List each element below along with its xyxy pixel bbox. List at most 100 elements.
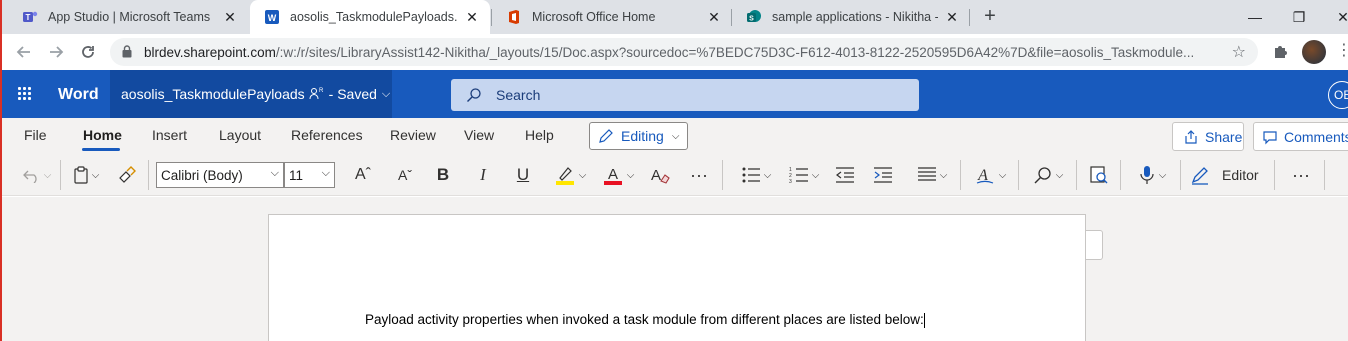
search-placeholder: Search bbox=[496, 87, 541, 103]
ribbon-divider bbox=[1180, 160, 1181, 190]
italic-button[interactable]: I bbox=[470, 162, 496, 188]
chevron-down-icon: ⌵ bbox=[626, 169, 635, 181]
page-side-tab[interactable] bbox=[1086, 230, 1103, 260]
font-color-button[interactable]: A ⌵ bbox=[598, 162, 638, 188]
browser-tab-word-doc[interactable]: W aosolis_TaskmodulePayloads.doc ✕ bbox=[250, 0, 490, 34]
address-bar[interactable]: blrdev.sharepoint.com/:w:/r/sites/Librar… bbox=[110, 38, 1258, 66]
restore-button[interactable]: ❐ bbox=[1276, 0, 1322, 34]
chevron-down-icon: ⌵ bbox=[939, 169, 948, 181]
svg-text:S: S bbox=[749, 16, 754, 23]
office-icon bbox=[509, 10, 519, 24]
editor-button[interactable]: Editor bbox=[1190, 162, 1266, 188]
clear-formatting-icon: A bbox=[651, 167, 670, 184]
app-launcher-icon[interactable] bbox=[18, 87, 32, 101]
clear-formatting-button[interactable]: A bbox=[646, 162, 672, 188]
bookmark-star-icon[interactable]: ☆ bbox=[1232, 42, 1246, 62]
underline-button[interactable]: U bbox=[510, 162, 536, 188]
share-button[interactable]: Share bbox=[1172, 122, 1244, 151]
tab-help[interactable]: Help bbox=[525, 127, 554, 143]
editing-mode-button[interactable]: Editing ⌵ bbox=[589, 122, 688, 150]
app-name[interactable]: Word bbox=[58, 86, 99, 104]
extensions-puzzle-icon[interactable] bbox=[1272, 42, 1290, 60]
active-tab-indicator bbox=[82, 148, 120, 151]
chevron-down-icon: ⌵ bbox=[321, 167, 330, 179]
ribbon-divider bbox=[722, 160, 723, 190]
chevron-down-icon: ⌵ bbox=[578, 169, 587, 181]
forward-arrow-icon bbox=[50, 46, 64, 58]
back-button[interactable] bbox=[12, 40, 36, 64]
document-name: aosolis_TaskmodulePayloads bbox=[121, 86, 305, 102]
close-tab-icon[interactable]: ✕ bbox=[706, 9, 722, 26]
browser-tab-office-home[interactable]: Microsoft Office Home ✕ bbox=[492, 0, 732, 34]
tab-home[interactable]: Home bbox=[83, 127, 122, 143]
bold-button[interactable]: B bbox=[430, 162, 456, 188]
reload-button[interactable] bbox=[76, 40, 100, 64]
more-horizontal-icon: ··· bbox=[1292, 164, 1310, 185]
close-tab-icon[interactable]: ✕ bbox=[464, 9, 480, 26]
ribbon-divider bbox=[960, 160, 961, 190]
document-page[interactable]: Payload activity properties when invoked… bbox=[268, 214, 1086, 341]
search-input[interactable]: Search bbox=[451, 79, 919, 111]
format-painter-icon bbox=[119, 166, 136, 183]
format-painter-button[interactable] bbox=[114, 162, 140, 188]
highlight-button[interactable]: ⌵ bbox=[550, 162, 590, 188]
dictate-button[interactable]: ⌵ bbox=[1132, 162, 1172, 188]
tab-divider bbox=[731, 9, 732, 26]
font-name-select[interactable]: Calibri (Body) ⌵ bbox=[156, 162, 284, 188]
underline-icon: U bbox=[516, 165, 530, 184]
document-paragraph[interactable]: Payload activity properties when invoked… bbox=[365, 312, 925, 328]
font-color-icon: A bbox=[603, 166, 622, 185]
chrome-menu-icon[interactable]: ⋮ bbox=[1336, 40, 1348, 60]
close-tab-icon[interactable]: ✕ bbox=[222, 9, 238, 26]
paste-button[interactable]: ⌵ bbox=[68, 162, 104, 188]
shrink-font-button[interactable]: Aˇ bbox=[392, 162, 418, 188]
tab-layout[interactable]: Layout bbox=[219, 127, 261, 143]
tab-review[interactable]: Review bbox=[390, 127, 436, 143]
more-font-options-button[interactable]: ··· bbox=[686, 162, 712, 188]
share-icon bbox=[1185, 129, 1197, 144]
forward-button[interactable] bbox=[44, 40, 68, 64]
browser-toolbar: blrdev.sharepoint.com/:w:/r/sites/Librar… bbox=[2, 34, 1348, 70]
tab-file[interactable]: File bbox=[24, 127, 47, 143]
text-cursor bbox=[923, 312, 925, 328]
comments-button[interactable]: Comments bbox=[1253, 122, 1348, 151]
ribbon-divider bbox=[1018, 160, 1019, 190]
tab-insert[interactable]: Insert bbox=[152, 127, 187, 143]
paragraph-text: Payload activity properties when invoked… bbox=[365, 312, 924, 327]
browser-tab-strip: T App Studio | Microsoft Teams ✕ W aosol… bbox=[2, 0, 1348, 34]
decrease-indent-button[interactable] bbox=[832, 162, 858, 188]
highlighter-icon bbox=[555, 167, 574, 185]
more-options-button[interactable]: ··· bbox=[1288, 162, 1314, 188]
document-title-button[interactable]: aosolis_TaskmodulePayloads R - Saved ⌵ bbox=[110, 70, 392, 118]
styles-button[interactable]: A ⌵ bbox=[970, 162, 1010, 188]
editor-pen-icon bbox=[1191, 167, 1208, 185]
undo-button[interactable]: ⌵ bbox=[18, 162, 56, 188]
numbering-button[interactable]: 123 ⌵ bbox=[784, 162, 824, 188]
minimize-button[interactable]: — bbox=[1232, 0, 1278, 34]
clipboard-icon bbox=[74, 166, 88, 184]
user-avatar[interactable]: OE bbox=[1328, 81, 1348, 109]
tab-references[interactable]: References bbox=[291, 127, 363, 143]
new-tab-button[interactable]: + bbox=[978, 4, 1002, 30]
chevron-down-icon: ⌵ bbox=[671, 130, 680, 142]
chevron-down-icon: ⌵ bbox=[998, 169, 1007, 181]
url-text[interactable]: blrdev.sharepoint.com/:w:/r/sites/Librar… bbox=[144, 45, 1194, 60]
font-size-select[interactable]: 11 ⌵ bbox=[284, 162, 335, 188]
grow-font-button[interactable]: Aˆ bbox=[350, 162, 376, 188]
close-window-button[interactable]: ✕ bbox=[1320, 0, 1348, 34]
url-host: blrdev.sharepoint.com bbox=[144, 45, 276, 60]
profile-avatar[interactable] bbox=[1302, 40, 1326, 64]
chevron-down-icon: ⌵ bbox=[1158, 169, 1167, 181]
increase-indent-button[interactable] bbox=[870, 162, 896, 188]
browser-tab-sharepoint[interactable]: S sample applications - Nikitha - D ✕ bbox=[732, 0, 970, 34]
ribbon-tab-bar: File Home Insert Layout References Revie… bbox=[2, 118, 1348, 154]
paragraph-align-button[interactable]: ⌵ bbox=[912, 162, 952, 188]
bullets-button[interactable]: ⌵ bbox=[736, 162, 776, 188]
find-button[interactable]: ⌵ bbox=[1028, 162, 1068, 188]
reuse-files-button[interactable] bbox=[1086, 162, 1112, 188]
ribbon-divider bbox=[1120, 160, 1121, 190]
browser-tab-teams[interactable]: T App Studio | Microsoft Teams ✕ bbox=[8, 0, 248, 34]
close-tab-icon[interactable]: ✕ bbox=[944, 9, 960, 26]
tab-view[interactable]: View bbox=[464, 127, 494, 143]
save-status: - Saved bbox=[328, 86, 377, 102]
